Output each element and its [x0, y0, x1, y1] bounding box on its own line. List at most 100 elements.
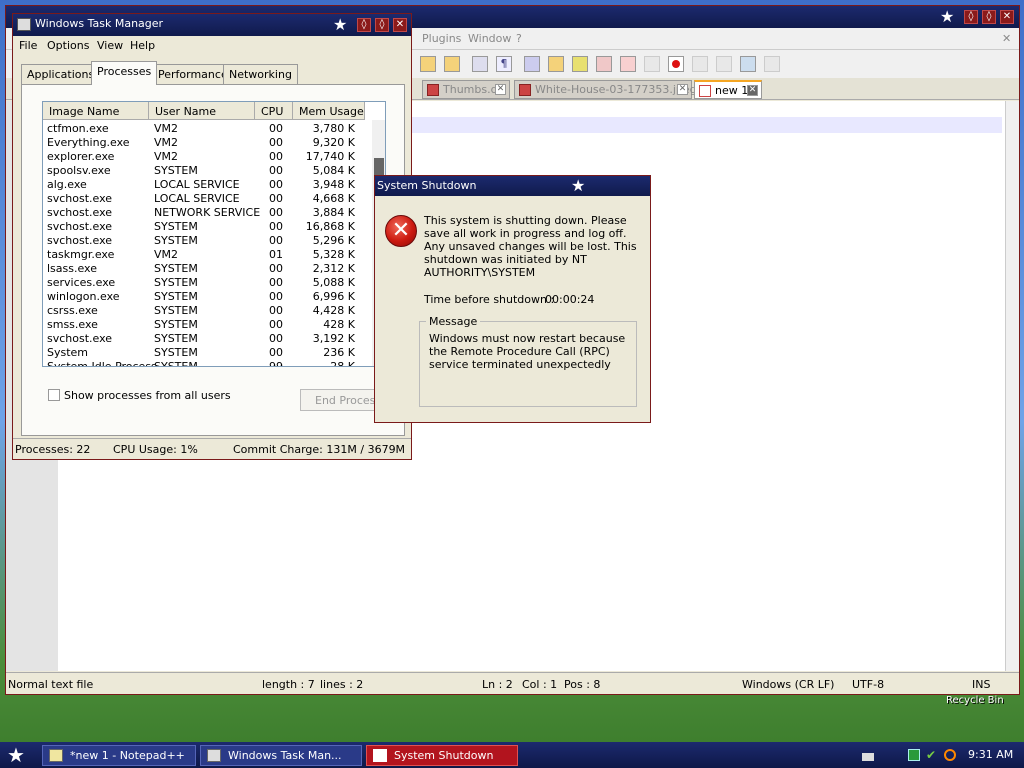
table-row[interactable]: System Idle Process SYSTEM 99 28 K	[43, 360, 373, 367]
task-manager-titlebar[interactable]: Windows Task Manager ★ ◊ ◊ ✕	[13, 14, 411, 36]
close-button[interactable]: ✕	[393, 18, 407, 32]
column-user-name[interactable]: User Name	[149, 102, 255, 120]
table-row[interactable]: csrss.exe SYSTEM 00 4,428 K	[43, 304, 373, 318]
close-doc-icon[interactable]: ✕	[1002, 32, 1011, 45]
maximize-button[interactable]: ◊	[375, 18, 389, 32]
table-row[interactable]: winlogon.exe SYSTEM 00 6,996 K	[43, 290, 373, 304]
vertical-scrollbar[interactable]	[1005, 101, 1019, 671]
process-mem-usage: 5,088 K	[312, 276, 355, 289]
table-row[interactable]: services.exe SYSTEM 00 5,088 K	[43, 276, 373, 290]
process-image-name: svchost.exe	[47, 332, 113, 345]
panel-icon[interactable]	[620, 56, 636, 72]
tab-performance[interactable]: Performance	[152, 64, 234, 84]
menu-file[interactable]: File	[19, 39, 37, 52]
tab-thumbs-db[interactable]: Thumbs.db ✕	[422, 80, 510, 99]
process-cpu: 00	[269, 164, 283, 177]
zoom-icon[interactable]	[548, 56, 564, 72]
process-image-name: svchost.exe	[47, 220, 113, 233]
table-row[interactable]: alg.exe LOCAL SERVICE 00 3,948 K	[43, 178, 373, 192]
process-mem-usage: 28 K	[330, 360, 355, 367]
table-row[interactable]: Everything.exe VM2 00 9,320 K	[43, 136, 373, 150]
folder-icon[interactable]	[572, 56, 588, 72]
process-image-name: svchost.exe	[47, 206, 113, 219]
menu-options[interactable]: Options	[47, 39, 89, 52]
process-user-name: SYSTEM	[154, 276, 198, 289]
table-row[interactable]: spoolsv.exe SYSTEM 00 5,084 K	[43, 164, 373, 178]
table-row[interactable]: lsass.exe SYSTEM 00 2,312 K	[43, 262, 373, 276]
start-button[interactable]: ★	[7, 744, 25, 766]
tools-icon[interactable]	[596, 56, 612, 72]
table-row[interactable]: smss.exe SYSTEM 00 428 K	[43, 318, 373, 332]
network-icon[interactable]	[908, 749, 920, 761]
show-all-users-checkbox[interactable]	[48, 389, 60, 401]
task-notepad[interactable]: *new 1 - Notepad++	[42, 745, 196, 766]
minimize-button[interactable]: ◊	[357, 18, 371, 32]
table-row[interactable]: svchost.exe SYSTEM 00 3,192 K	[43, 332, 373, 346]
table-row[interactable]: System SYSTEM 00 236 K	[43, 346, 373, 360]
record-macro-icon[interactable]	[668, 56, 684, 72]
clock[interactable]: 9:31 AM	[968, 748, 1013, 761]
column-cpu[interactable]: CPU	[255, 102, 293, 120]
table-row[interactable]: ctfmon.exe VM2 00 3,780 K	[43, 122, 373, 136]
status-mode: INS	[972, 678, 991, 691]
process-list[interactable]: Image Name User Name CPU Mem Usage ctfmo…	[42, 101, 386, 367]
task-label: Windows Task Man...	[228, 749, 342, 762]
process-cpu: 00	[269, 122, 283, 135]
search-icon[interactable]	[944, 749, 956, 761]
menu-window[interactable]: Window	[468, 32, 511, 45]
tab-applications[interactable]: Applications	[21, 64, 101, 84]
tab-networking[interactable]: Networking	[223, 64, 298, 84]
process-mem-usage: 428 K	[323, 318, 355, 331]
minimize-button[interactable]: ◊	[964, 10, 978, 24]
column-mem-usage[interactable]: Mem Usage	[293, 102, 365, 120]
column-image-name[interactable]: Image Name	[43, 102, 149, 120]
security-icon[interactable]: ✔	[926, 749, 938, 761]
process-image-name: smss.exe	[47, 318, 98, 331]
table-row[interactable]: taskmgr.exe VM2 01 5,328 K	[43, 248, 373, 262]
process-user-name: SYSTEM	[154, 164, 198, 177]
table-row[interactable]: explorer.exe VM2 00 17,740 K	[43, 150, 373, 164]
run-macro-icon[interactable]	[740, 56, 756, 72]
menu-plugins[interactable]: Plugins	[422, 32, 461, 45]
status-length: length : 7	[262, 678, 315, 691]
task-manager-icon	[17, 18, 31, 31]
status-cpu-usage: CPU Usage: 1%	[113, 443, 198, 456]
close-tab-icon[interactable]: ✕	[495, 84, 506, 95]
status-ln: Ln : 2	[482, 678, 513, 691]
maximize-button[interactable]: ◊	[982, 10, 996, 24]
process-mem-usage: 9,320 K	[312, 136, 355, 149]
menu-help[interactable]: ?	[516, 32, 522, 45]
message-group-label: Message	[426, 315, 481, 328]
tab-new-1[interactable]: new 1 ✕	[694, 80, 762, 99]
table-row[interactable]: svchost.exe SYSTEM 00 16,868 K	[43, 220, 373, 234]
close-tab-icon[interactable]: ✕	[747, 85, 758, 96]
shutdown-titlebar[interactable]: System Shutdown ★	[375, 176, 650, 196]
pilcrow-icon[interactable]: ¶	[496, 56, 512, 72]
process-cpu: 00	[269, 346, 283, 359]
file-icon	[427, 84, 439, 96]
close-button[interactable]: ✕	[1000, 10, 1014, 24]
recycle-bin-label[interactable]: Recycle Bin	[946, 695, 1004, 706]
tab-processes[interactable]: Processes	[91, 61, 158, 85]
table-row[interactable]: svchost.exe SYSTEM 00 5,296 K	[43, 234, 373, 248]
wrap-icon[interactable]	[472, 56, 488, 72]
keyboard-icon[interactable]	[862, 753, 874, 761]
time-before-shutdown-label: Time before shutdown :	[424, 293, 555, 306]
task-task-manager[interactable]: Windows Task Man...	[200, 745, 362, 766]
process-user-name: VM2	[154, 136, 179, 149]
tab-label: new 1	[715, 84, 749, 97]
close-tab-icon[interactable]: ✕	[677, 84, 688, 95]
task-manager-window: Windows Task Manager ★ ◊ ◊ ✕ File Option…	[12, 13, 412, 460]
disabled-icon	[644, 56, 660, 72]
task-system-shutdown[interactable]: System Shutdown	[366, 745, 518, 766]
process-user-name: SYSTEM	[154, 262, 198, 275]
tab-white-house-jpeg[interactable]: White-House-03-177353.jpeg ✕	[514, 80, 697, 99]
indent-icon[interactable]	[524, 56, 540, 72]
menu-view[interactable]: View	[97, 39, 123, 52]
menu-help[interactable]: Help	[130, 39, 155, 52]
table-row[interactable]: svchost.exe NETWORK SERVICE 00 3,884 K	[43, 206, 373, 220]
table-row[interactable]: svchost.exe LOCAL SERVICE 00 4,668 K	[43, 192, 373, 206]
process-cpu: 00	[269, 150, 283, 163]
replace-icon[interactable]	[444, 56, 460, 72]
find-icon[interactable]	[420, 56, 436, 72]
